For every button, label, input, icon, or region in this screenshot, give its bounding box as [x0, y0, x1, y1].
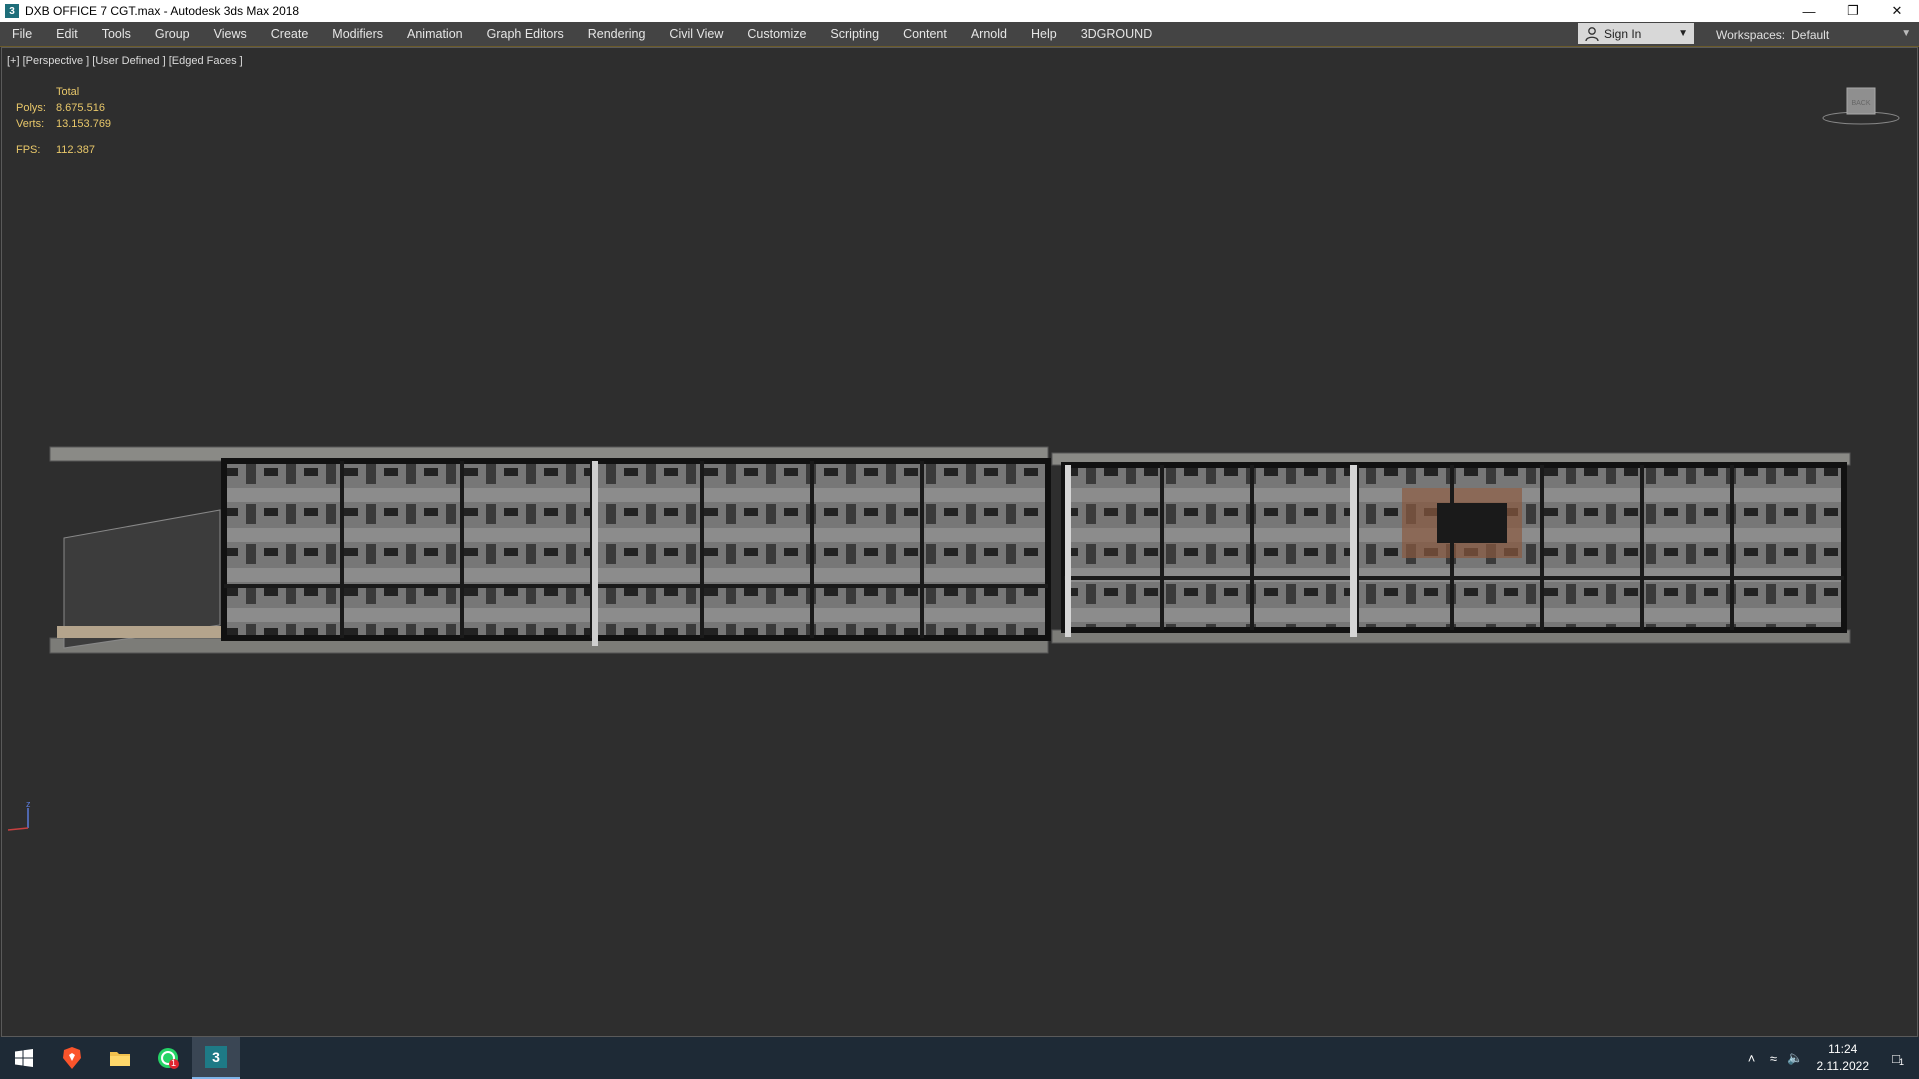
- whatsapp-icon[interactable]: 1: [144, 1037, 192, 1079]
- perspective-viewport[interactable]: z [+] [Perspective ] [User Defined ] [Ed…: [1, 47, 1918, 1037]
- 3ds-max-taskbar-icon[interactable]: 3: [192, 1037, 240, 1079]
- brave-browser-icon[interactable]: [48, 1037, 96, 1079]
- workspaces-label: Workspaces:: [1716, 28, 1786, 42]
- office-building-model[interactable]: z: [2, 48, 1917, 1036]
- workspaces-selector[interactable]: Workspaces: Default ▼: [1716, 24, 1911, 46]
- sign-in-label: Sign In: [1604, 26, 1642, 41]
- column-right-edge: [1065, 465, 1071, 637]
- volume-icon[interactable]: 🔈: [1785, 1050, 1807, 1066]
- chevron-down-icon: ▼: [1678, 28, 1688, 39]
- user-icon: [1585, 26, 1599, 41]
- menu-3dground[interactable]: 3DGROUND: [1069, 22, 1165, 46]
- fps-value: 112.387: [56, 144, 95, 156]
- menu-animation[interactable]: Animation: [395, 22, 475, 46]
- windows-taskbar: 1 3 ˄ ≈ 🔈 11:24 2.11.2022 □ 1: [0, 1037, 1919, 1079]
- workspace-value: Default: [1791, 28, 1830, 42]
- viewcube[interactable]: BACK: [1821, 86, 1901, 136]
- menu-create[interactable]: Create: [259, 22, 321, 46]
- column-left: [592, 461, 598, 646]
- menu-edit[interactable]: Edit: [44, 22, 90, 46]
- column-right: [1350, 465, 1357, 637]
- windows-start-icon[interactable]: [0, 1037, 48, 1079]
- menu-graph-editors[interactable]: Graph Editors: [475, 22, 576, 46]
- menu-help[interactable]: Help: [1019, 22, 1069, 46]
- chevron-up-icon[interactable]: ˄: [1741, 1051, 1763, 1066]
- title-bar: 3 DXB OFFICE 7 CGT.max - Autodesk 3ds Ma…: [0, 0, 1919, 22]
- menu-customize[interactable]: Customize: [735, 22, 818, 46]
- fps-label: FPS:: [16, 144, 41, 156]
- notification-count: 1: [1899, 1056, 1905, 1067]
- menu-file[interactable]: File: [0, 22, 44, 46]
- interior-left: [224, 461, 1048, 638]
- verts-value: 13.153.769: [56, 118, 112, 130]
- wall-tv: [1437, 503, 1507, 543]
- menu-rendering[interactable]: Rendering: [576, 22, 658, 46]
- menu-modifiers[interactable]: Modifiers: [320, 22, 395, 46]
- svg-text:3: 3: [212, 1049, 220, 1065]
- wifi-icon[interactable]: ≈: [1763, 1051, 1785, 1066]
- clock-time: 11:24: [1828, 1042, 1858, 1056]
- notifications-icon[interactable]: □ 1: [1885, 1051, 1907, 1067]
- polys-label: Polys:: [16, 102, 46, 114]
- viewport-label[interactable]: [+] [Perspective ] [User Defined ] [Edge…: [7, 55, 243, 67]
- menu-views[interactable]: Views: [202, 22, 259, 46]
- axis-x-line: [7, 827, 29, 831]
- sign-in-button[interactable]: Sign In ▼: [1578, 23, 1694, 44]
- viewcube-face-label: BACK: [1851, 100, 1870, 107]
- menu-content[interactable]: Content: [891, 22, 959, 46]
- menu-civil-view[interactable]: Civil View: [657, 22, 735, 46]
- whatsapp-badge: 1: [171, 1058, 177, 1068]
- clock-date: 2.11.2022: [1816, 1059, 1870, 1073]
- restore-icon[interactable]: ❐: [1831, 0, 1875, 22]
- 3ds-max-icon[interactable]: 3: [5, 4, 19, 18]
- close-icon[interactable]: ✕: [1875, 0, 1919, 22]
- menu-group[interactable]: Group: [143, 22, 202, 46]
- window-title: DXB OFFICE 7 CGT.max - Autodesk 3ds Max …: [25, 4, 300, 18]
- file-explorer-icon[interactable]: [96, 1037, 144, 1079]
- polys-value: 8.675.516: [56, 102, 105, 114]
- axis-z-label: z: [26, 799, 31, 809]
- system-tray: ˄ ≈ 🔈 11:24 2.11.2022 □ 1: [1741, 1037, 1919, 1079]
- minimize-icon[interactable]: —: [1787, 0, 1831, 22]
- balcony-floor: [57, 626, 222, 638]
- menu-tools[interactable]: Tools: [90, 22, 143, 46]
- verts-label: Verts:: [16, 118, 45, 130]
- chevron-down-icon: ▼: [1901, 28, 1912, 39]
- menu-arnold[interactable]: Arnold: [959, 22, 1019, 46]
- menu-scripting[interactable]: Scripting: [818, 22, 891, 46]
- stats-total-label: Total: [56, 86, 80, 98]
- clock[interactable]: 11:24 2.11.2022: [1817, 1041, 1870, 1075]
- statistics-overlay: Total Polys: 8.675.516 Verts: 13.153.769 F…: [16, 84, 111, 158]
